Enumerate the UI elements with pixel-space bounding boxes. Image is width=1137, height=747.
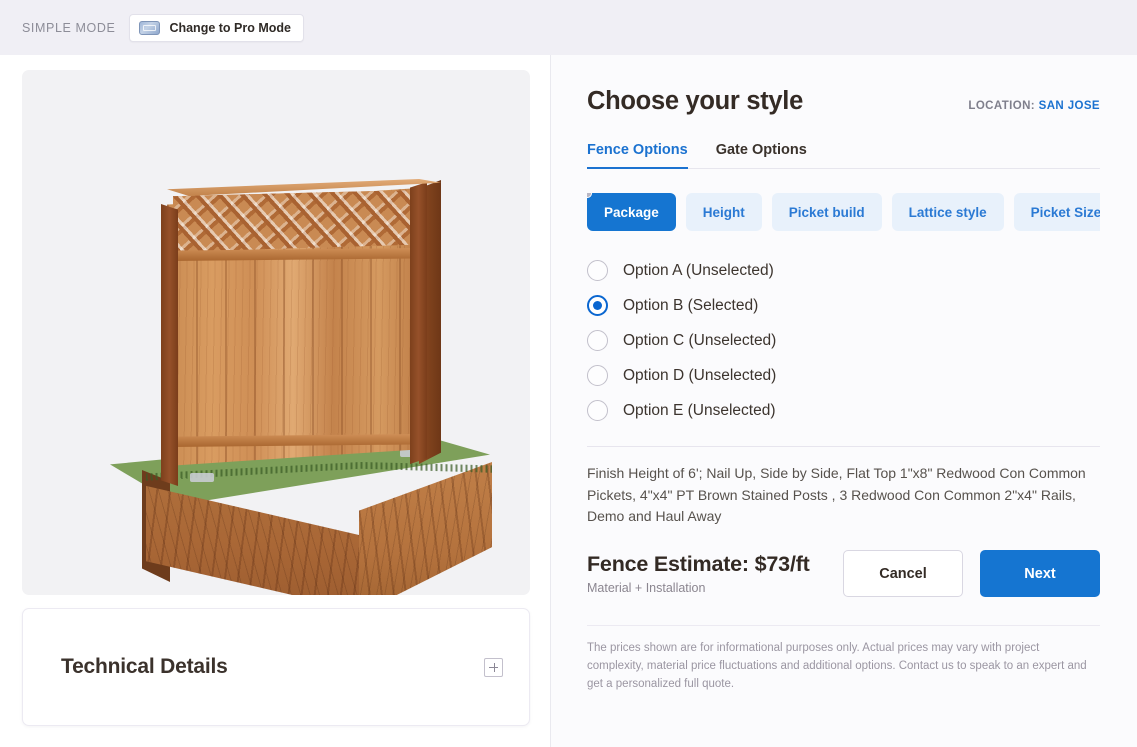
change-to-pro-mode-label: Change to Pro Mode [169,21,291,35]
chip-status-dot-icon [587,193,592,198]
fence-3d-viewer[interactable] [22,70,530,595]
location-label: LOCATION: [968,100,1035,112]
options-tabs: Fence Options Gate Options [587,142,1100,169]
option-a-label: Option A (Unselected) [623,262,774,280]
lattice-top [173,190,419,252]
action-buttons: Cancel Next [843,550,1100,597]
option-c-label: Option C (Unselected) [623,332,776,350]
option-row-b[interactable]: Option B (Selected) [587,288,1100,323]
tab-gate-options[interactable]: Gate Options [716,142,807,169]
fence-panel [167,188,497,480]
option-d-label: Option D (Unselected) [623,367,776,385]
location-indicator: LOCATION: SAN JOSE [968,100,1100,112]
left-pane: Technical Details [0,55,551,747]
option-row-a[interactable]: Option A (Unselected) [587,253,1100,288]
change-to-pro-mode-button[interactable]: Change to Pro Mode [129,14,304,42]
radio-option-c[interactable] [587,330,608,351]
plus-square-icon[interactable] [484,658,503,677]
option-e-label: Option E (Unselected) [623,402,776,420]
fence-configurator-app: SIMPLE MODE Change to Pro Mode [0,0,1137,747]
estimate-row: Fence Estimate: $73/ft Material + Instal… [587,550,1100,597]
attribute-chip-row: Package Height Picket build Lattice styl… [587,193,1100,231]
option-row-c[interactable]: Option C (Unselected) [587,323,1100,358]
location-city-link[interactable]: SAN JOSE [1039,100,1100,112]
tab-fence-options[interactable]: Fence Options [587,142,688,169]
radio-option-e[interactable] [587,400,608,421]
option-b-label: Option B (Selected) [623,297,758,315]
fence-post-right [410,182,427,464]
fence-estimate-value: Fence Estimate: $73/ft [587,552,810,577]
option-row-e[interactable]: Option E (Unselected) [587,393,1100,428]
fence-estimate-subtitle: Material + Installation [587,581,810,595]
radio-option-a[interactable] [587,260,608,281]
fence-scene [22,70,530,595]
next-button[interactable]: Next [980,550,1100,597]
chip-height[interactable]: Height [686,193,762,231]
estimate-block: Fence Estimate: $73/ft Material + Instal… [587,552,810,595]
soil-right-face [359,462,492,595]
technical-details-title: Technical Details [61,655,228,679]
chip-picket-build[interactable]: Picket build [772,193,882,231]
radio-option-b[interactable] [587,295,608,316]
main-body: Technical Details Choose your style LOCA… [0,55,1137,747]
option-row-d[interactable]: Option D (Unselected) [587,358,1100,393]
chip-lattice-style[interactable]: Lattice style [892,193,1004,231]
cancel-button[interactable]: Cancel [843,550,963,597]
option-radio-group: Option A (Unselected) Option B (Selected… [587,253,1100,428]
simple-mode-label: SIMPLE MODE [22,21,115,35]
page-title: Choose your style [587,87,803,116]
panel-header: Choose your style LOCATION: SAN JOSE [587,87,1100,116]
style-options-pane: Choose your style LOCATION: SAN JOSE Fen… [551,55,1137,747]
options-divider [587,446,1100,447]
top-mode-bar: SIMPLE MODE Change to Pro Mode [0,0,1137,55]
configuration-description: Finish Height of 6'; Nail Up, Side by Si… [587,463,1099,528]
chip-picket-size[interactable]: Picket Size [1014,193,1100,231]
price-disclaimer: The prices shown are for informational p… [587,640,1087,693]
radio-option-d[interactable] [587,365,608,386]
fence-post-left [161,204,178,486]
technical-details-card[interactable]: Technical Details [22,608,530,726]
chip-package-label: Package [604,205,659,220]
chip-package[interactable]: Package [587,193,676,231]
pro-mode-badge-icon [139,21,160,35]
fineprint-divider [587,625,1100,626]
